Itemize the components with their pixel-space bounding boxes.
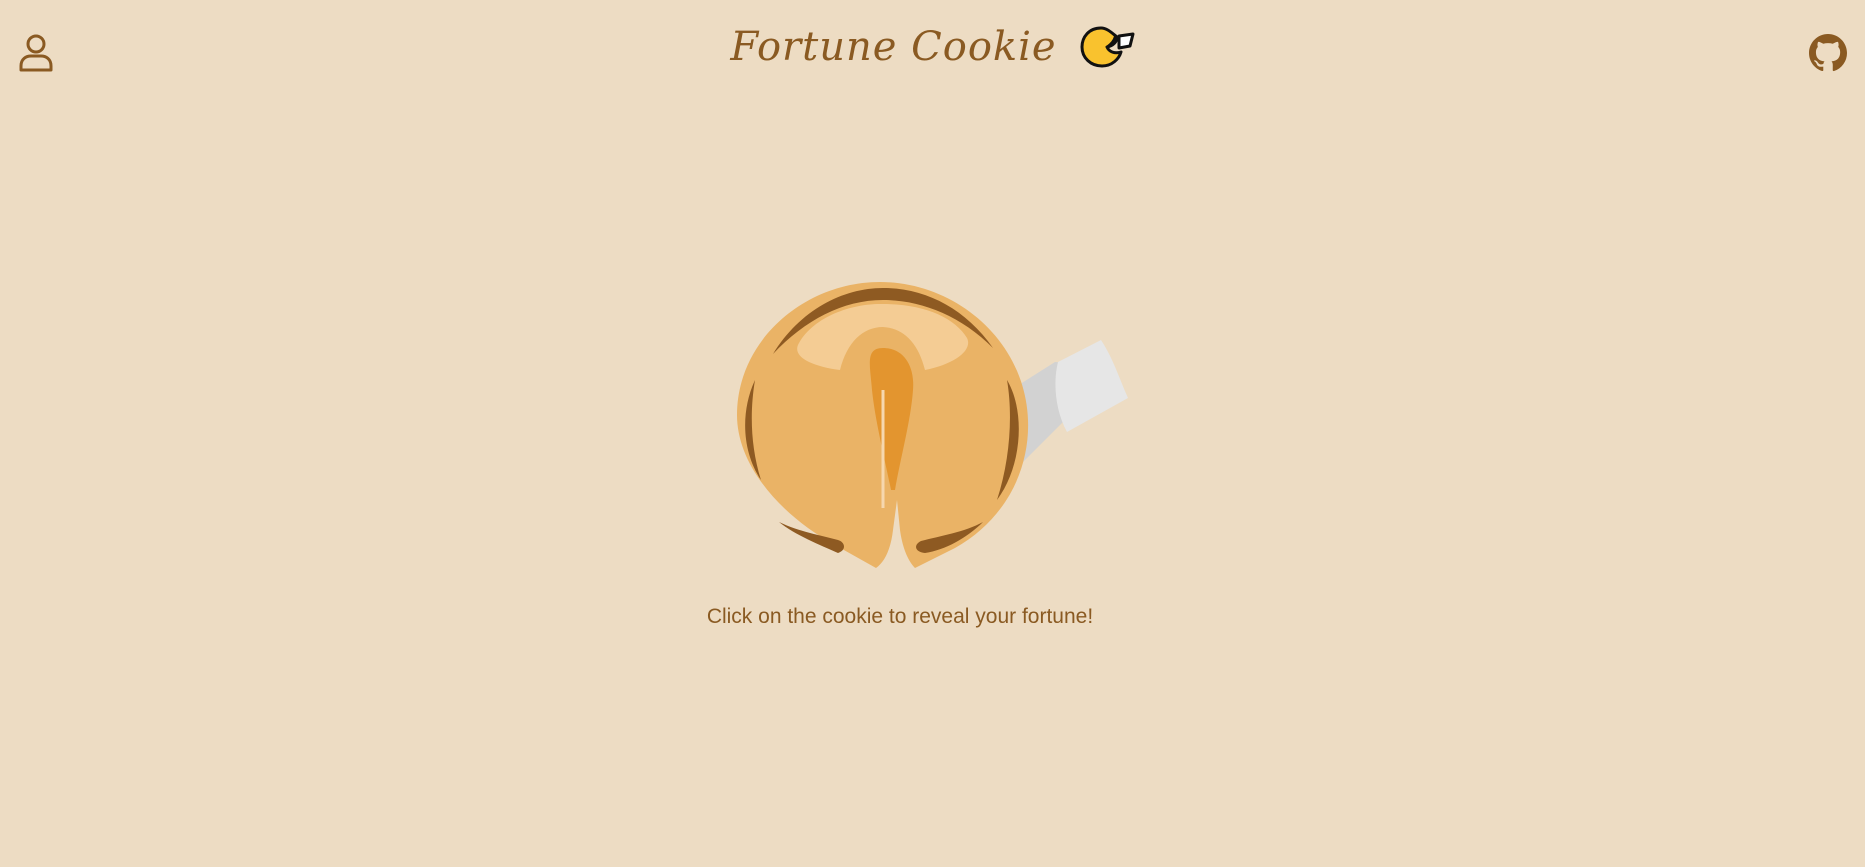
page: Fortune Cookie Click on the cookie to re… — [0, 0, 1865, 867]
github-link[interactable] — [1809, 34, 1847, 72]
fortune-cookie-icon — [737, 282, 1128, 568]
app-title: Fortune Cookie — [730, 24, 1057, 70]
brand: Fortune Cookie — [0, 24, 1865, 70]
fortune-cookie-logo-icon — [1080, 26, 1135, 68]
fortune-cookie-button[interactable] — [725, 270, 1135, 580]
fortune-paper-front — [1055, 340, 1128, 432]
github-icon — [1809, 34, 1847, 72]
header: Fortune Cookie — [0, 0, 1865, 110]
instruction-text: Click on the cookie to reveal your fortu… — [706, 605, 1094, 628]
